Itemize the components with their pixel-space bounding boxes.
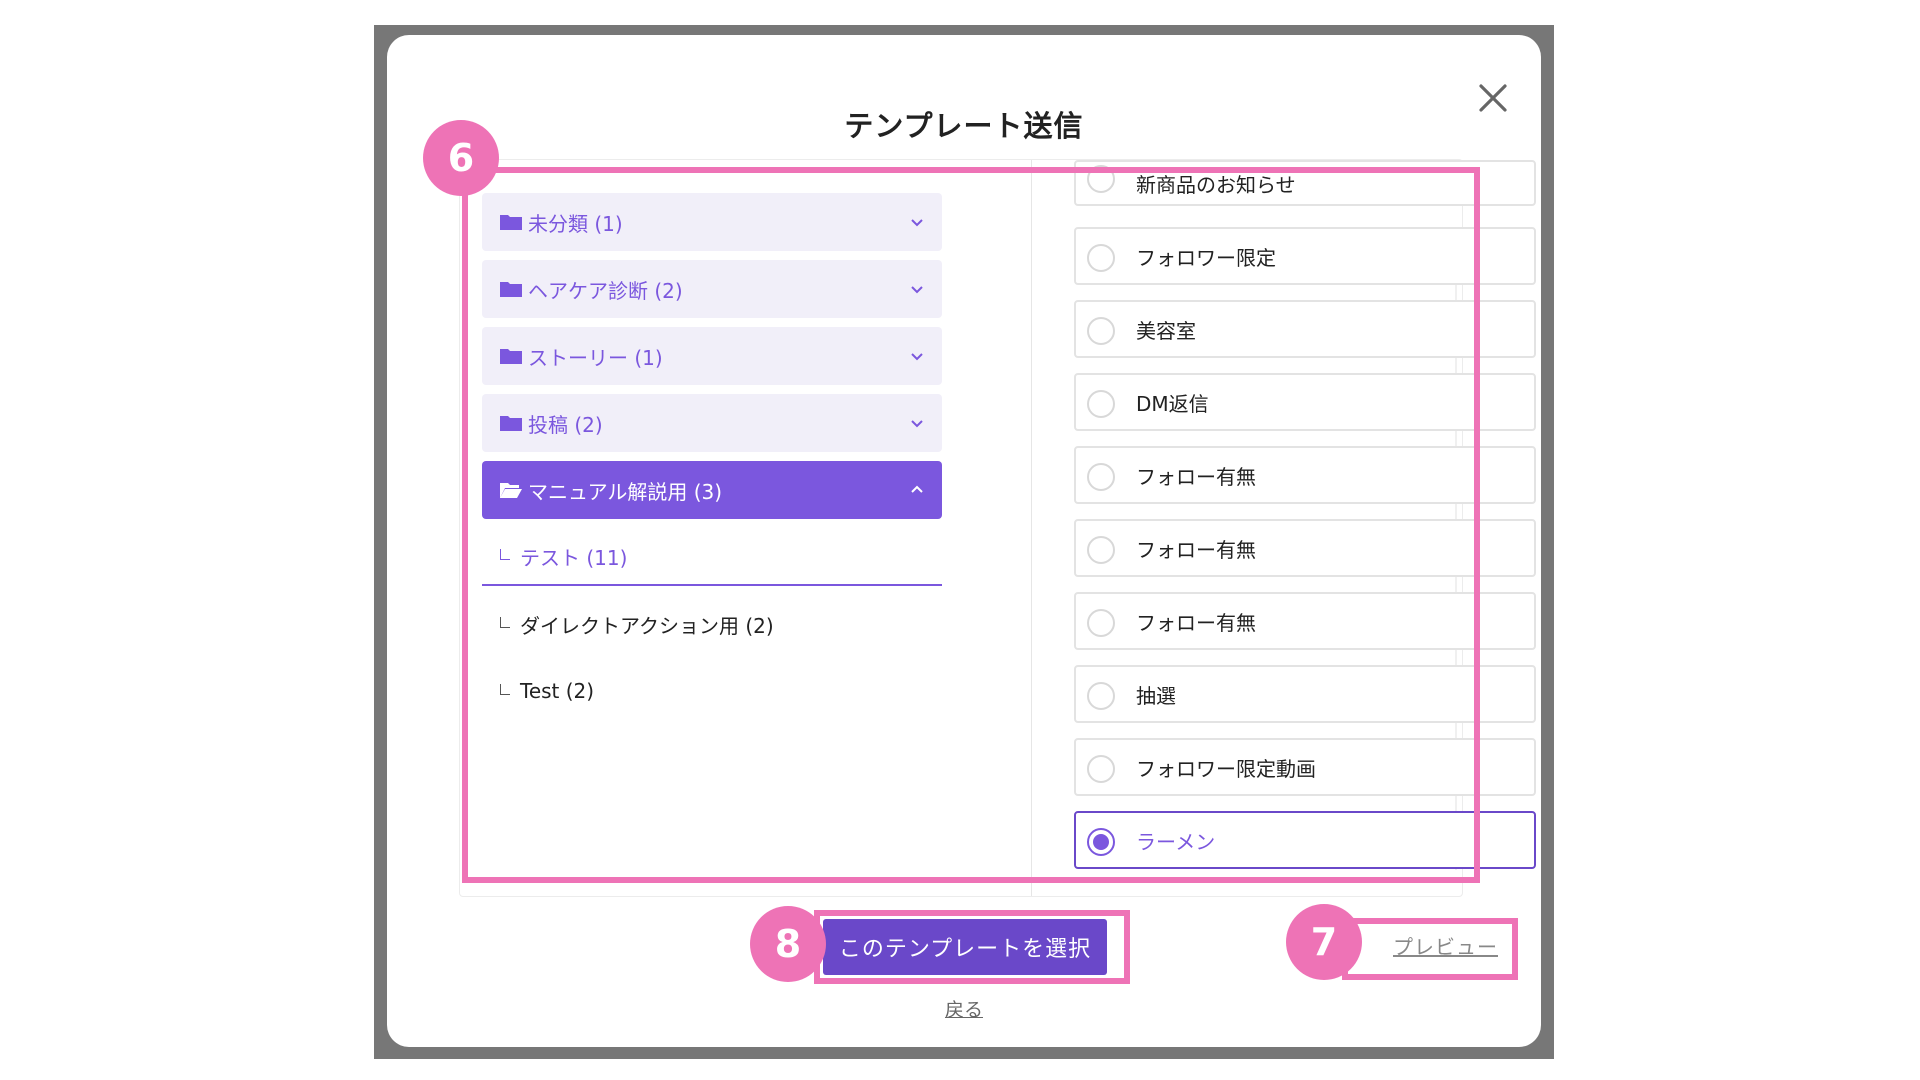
back-link[interactable]: 戻る xyxy=(387,995,1541,1022)
annotation-highlight-select xyxy=(814,910,1130,984)
annotation-badge-7: 7 xyxy=(1286,904,1362,980)
annotation-highlight-list xyxy=(462,167,1480,883)
close-icon xyxy=(1479,84,1507,112)
modal-title: テンプレート送信 xyxy=(844,109,1084,143)
annotation-badge-8: 8 xyxy=(750,906,826,982)
annotation-highlight-preview xyxy=(1342,918,1518,980)
annotation-badge-6: 6 xyxy=(423,120,499,196)
close-button[interactable] xyxy=(1466,71,1520,125)
